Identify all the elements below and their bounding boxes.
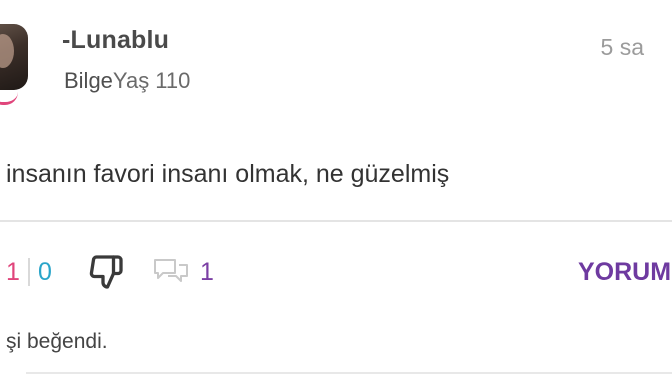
comment-count: 1 (200, 258, 214, 286)
downvote-count[interactable]: 0 (38, 258, 52, 287)
vote-separator (28, 258, 30, 286)
author-rank-title: Bilge (64, 68, 113, 93)
divider (0, 220, 672, 222)
author-username[interactable]: -Lunablu (62, 26, 169, 55)
post-timestamp: 5 sa (600, 34, 644, 60)
reply-button[interactable]: YORUM (578, 258, 671, 287)
bottom-divider (26, 372, 672, 374)
author-rank: BilgeYaş 110 (64, 68, 190, 94)
author-rank-age: Yaş 110 (112, 68, 191, 93)
thumbs-down-icon[interactable] (88, 254, 124, 290)
comment-bubbles-icon[interactable] (152, 256, 190, 288)
upvote-count[interactable]: 1 (6, 258, 20, 287)
avatar-face (0, 34, 14, 68)
post-text: insanın favori insanı olmak, ne güzelmiş (6, 160, 450, 188)
likes-summary[interactable]: şi beğendi. (6, 330, 108, 354)
avatar-status-ring (0, 92, 18, 105)
avatar[interactable] (0, 24, 28, 90)
post-actions: 1 0 1 YORUM (0, 252, 672, 292)
